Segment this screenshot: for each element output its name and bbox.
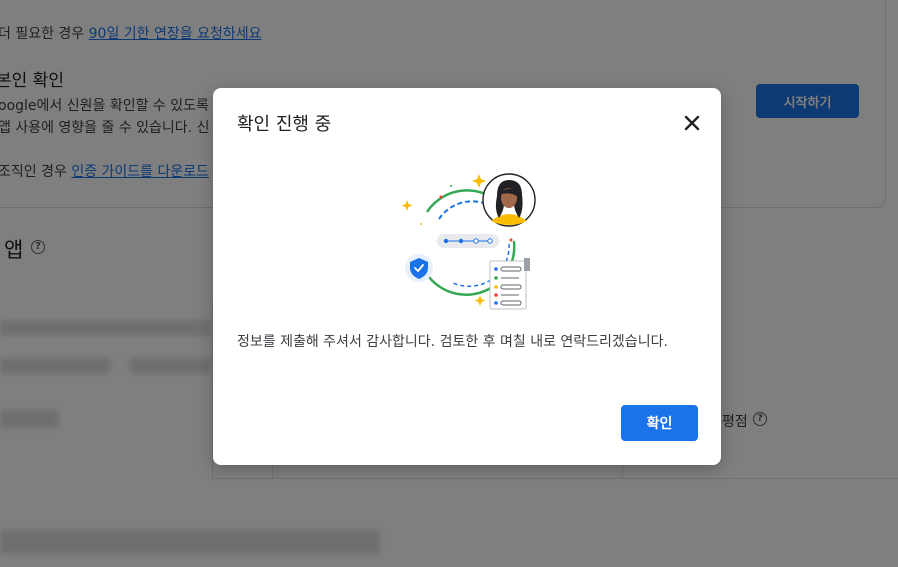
close-icon xyxy=(684,115,700,131)
close-button[interactable] xyxy=(679,110,705,136)
dialog-title: 확인 진행 중 xyxy=(237,114,332,135)
verification-illustration xyxy=(401,173,536,310)
dialog-message: 정보를 제출해 주셔서 감사합니다. 검토한 후 며칠 내로 연락드리겠습니다. xyxy=(237,334,668,350)
verification-dialog: 확인 진행 중 정보를 제출해 주셔서 감사합니다. 검토한 후 며칠 내로 연… xyxy=(213,88,721,465)
ok-button[interactable]: 확인 xyxy=(621,405,698,441)
